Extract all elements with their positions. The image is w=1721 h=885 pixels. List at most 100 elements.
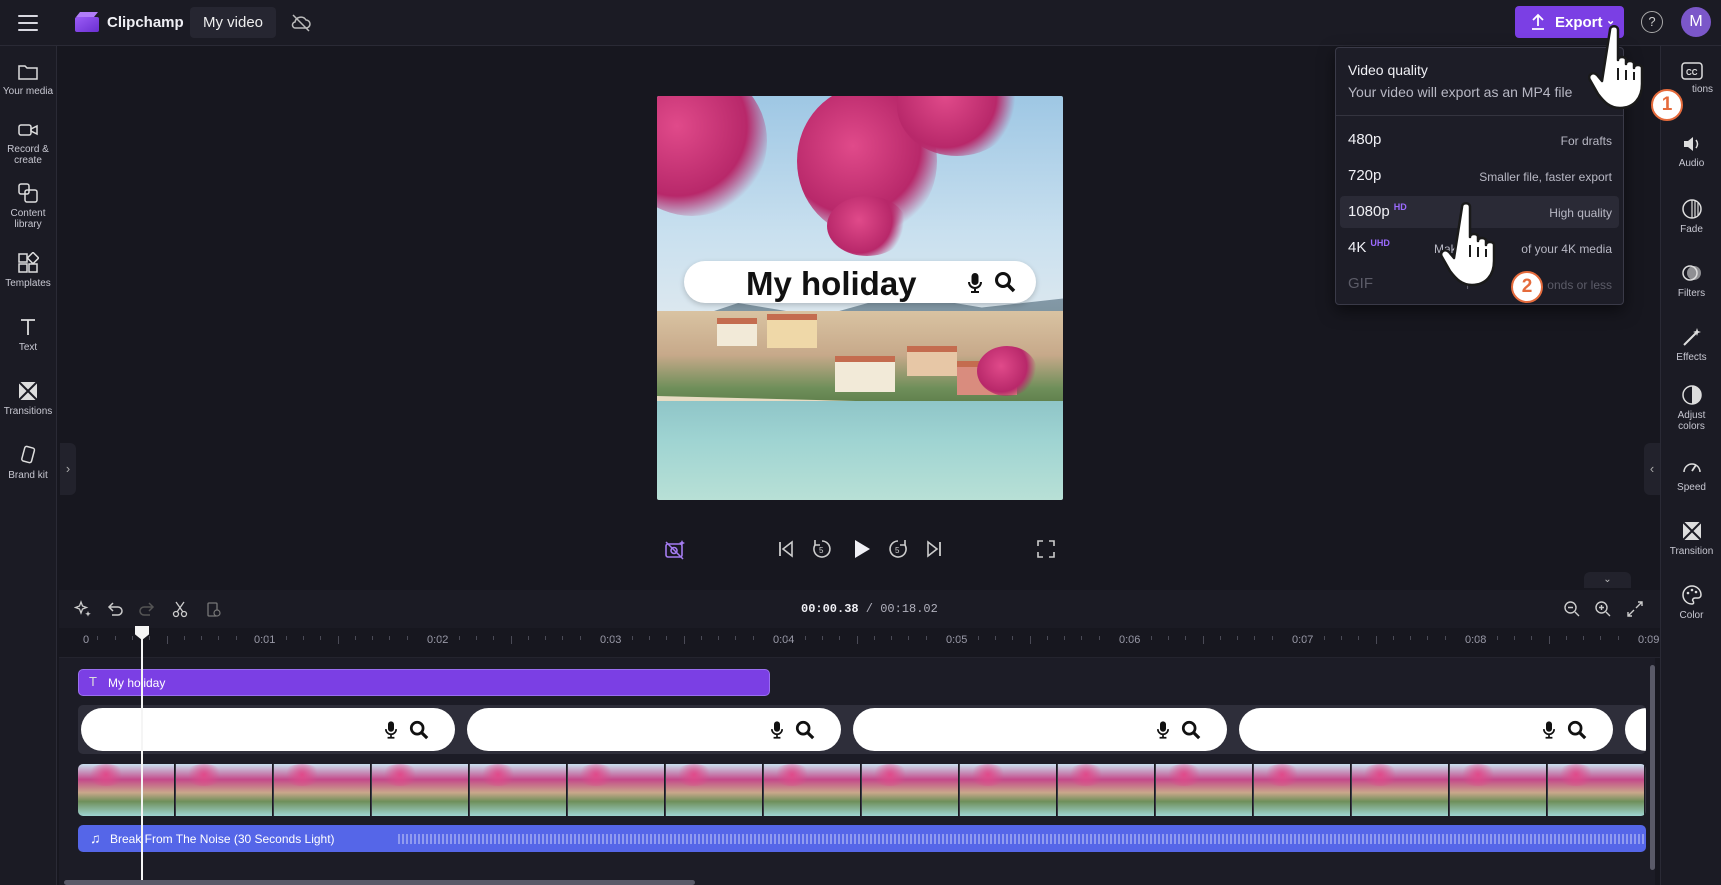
ruler-tick (183, 636, 185, 640)
total-time: 00:18.02 (880, 602, 938, 616)
ruler-tick (1064, 636, 1066, 640)
text-icon (21, 319, 35, 335)
quality-description: High quality (1549, 206, 1612, 220)
search-bar-clip[interactable] (81, 708, 455, 751)
collapse-timeline-button[interactable]: ⌄ (1584, 572, 1631, 588)
top-bar: Clipchamp My video Export ⌄ ? M (0, 0, 1721, 46)
sidebar-item-fade[interactable]: Fade (1661, 198, 1721, 235)
playhead[interactable] (141, 626, 143, 885)
quality-description: onds or less (1547, 278, 1612, 292)
cloud-off-icon[interactable] (290, 12, 312, 34)
svg-text:5: 5 (895, 546, 900, 555)
color-icon (1681, 585, 1702, 605)
ruler-tick (908, 636, 910, 640)
upload-icon (1532, 13, 1544, 30)
split-icon[interactable] (171, 600, 189, 618)
sidebar-item-transition[interactable]: Transition (1661, 520, 1721, 557)
audio-clip[interactable]: ♫ Break From The Noise (30 Seconds Light… (78, 825, 1646, 852)
quality-option-720p[interactable]: 720p Smaller file, faster export (1340, 160, 1619, 192)
sidebar-item-text[interactable]: Text (0, 316, 56, 353)
quality-description: of your 4K media (1521, 242, 1612, 256)
project-title[interactable]: My video (190, 7, 276, 38)
current-time: 00:00.38 (801, 602, 859, 616)
ruler-tick (1375, 636, 1377, 644)
video-clip-track[interactable] (78, 764, 1646, 816)
ruler-tick (493, 636, 495, 640)
video-preview[interactable]: My holiday (657, 96, 1063, 500)
ruler-tick (337, 636, 339, 644)
avatar[interactable]: M (1681, 7, 1711, 37)
sidebar-item-color[interactable]: Color (1661, 584, 1721, 621)
zoom-in-icon[interactable] (1594, 600, 1612, 618)
ruler-tick (527, 636, 529, 640)
search-bar-clip[interactable] (1625, 708, 1646, 751)
search-bar-clip-track[interactable] (78, 705, 1646, 754)
undo-icon[interactable] (106, 600, 124, 618)
ruler-label: 0:03 (600, 634, 622, 646)
sidebar-item-brand-kit[interactable]: Brand kit (0, 444, 56, 481)
timeline-vertical-scrollbar[interactable] (1650, 665, 1655, 870)
ruler-tick (1410, 636, 1412, 640)
sidebar-item-label: Record & create (7, 144, 49, 166)
templates-icon (18, 252, 39, 273)
ruler-tick (804, 636, 806, 640)
sidebar-item-your-media[interactable]: Your media (0, 62, 56, 97)
sidebar-item-content-library[interactable]: Content library (0, 182, 56, 230)
zoom-out-icon[interactable] (1563, 600, 1581, 618)
search-bar-clip[interactable] (467, 708, 841, 751)
video-thumbnail (470, 764, 567, 816)
skip-forward-icon[interactable] (924, 538, 944, 560)
ruler-tick (166, 636, 168, 644)
video-thumbnail (1156, 764, 1253, 816)
forward-5-icon[interactable]: 5 (887, 538, 909, 560)
expand-left-panel-button[interactable]: › (60, 443, 76, 495)
menu-icon[interactable] (18, 15, 38, 31)
text-clip[interactable]: T My holiday (78, 669, 770, 696)
video-thumbnail (274, 764, 371, 816)
ruler-tick (131, 636, 133, 640)
sidebar-item-templates[interactable]: Templates (0, 252, 56, 289)
fullscreen-icon[interactable] (1036, 538, 1056, 560)
ruler-tick (977, 636, 979, 640)
ruler-tick (1237, 636, 1239, 640)
ruler-tick (1340, 636, 1342, 640)
sidebar-item-record-create[interactable]: Record & create (0, 120, 56, 166)
search-bar-clip[interactable] (853, 708, 1227, 751)
overlay-text: My holiday (746, 265, 917, 302)
fit-timeline-icon[interactable] (1626, 600, 1644, 618)
magic-camera-icon[interactable] (663, 538, 687, 562)
redo-icon[interactable] (138, 600, 156, 618)
timeline-horizontal-scrollbar[interactable] (64, 880, 695, 885)
collapse-right-panel-button[interactable]: ‹ (1644, 443, 1660, 495)
filters-icon (1681, 265, 1701, 281)
audio-waveform (398, 834, 1646, 844)
sidebar-item-audio[interactable]: Audio (1661, 134, 1721, 169)
quality-option-480p[interactable]: 480p For drafts (1340, 124, 1619, 156)
time-separator: / (858, 602, 881, 616)
preview-search-bar-overlay: My holiday (684, 261, 1036, 303)
rewind-5-icon[interactable]: 5 (811, 538, 833, 560)
magic-icon[interactable] (74, 600, 92, 618)
sidebar-item-adjust-colors[interactable]: Adjust colors (1661, 384, 1721, 432)
sidebar-item-filters[interactable]: Filters (1661, 262, 1721, 299)
ruler-tick (268, 636, 270, 640)
search-bar-clip[interactable] (1239, 708, 1613, 751)
sidebar-item-transitions[interactable]: Transitions (0, 380, 56, 417)
ruler-label: 0:01 (254, 634, 276, 646)
sidebar-item-label: Brand kit (8, 470, 48, 481)
video-thumbnail (666, 764, 763, 816)
sidebar-item-label: Text (18, 342, 38, 353)
quality-description: For drafts (1560, 134, 1612, 148)
timeline-ruler[interactable] (59, 628, 1660, 658)
ruler-tick (149, 636, 151, 640)
play-icon[interactable] (850, 538, 872, 560)
skip-back-icon[interactable] (776, 538, 796, 560)
delete-icon[interactable] (204, 600, 222, 618)
sidebar-item-speed[interactable]: Speed (1661, 456, 1721, 493)
sidebar-item-effects[interactable]: Effects (1661, 326, 1721, 363)
video-thumbnail (1058, 764, 1155, 816)
clipchamp-editor: Clipchamp My video Export ⌄ ? M Your med… (0, 0, 1721, 885)
ruler-tick (1150, 636, 1152, 640)
hand-cursor-icon (1588, 25, 1644, 110)
hand-cursor-icon (1440, 202, 1496, 287)
